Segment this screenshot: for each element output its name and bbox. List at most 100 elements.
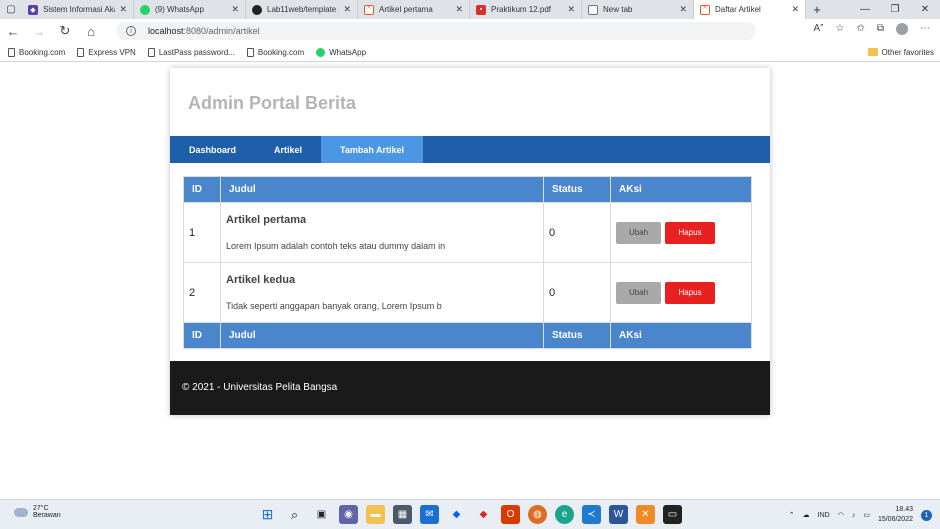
start-icon[interactable]: ⊞ xyxy=(258,505,277,524)
footer-copyright: © 2021 - Universitas Pelita Bangsa xyxy=(182,382,338,393)
close-tab-icon[interactable]: ✕ xyxy=(343,4,351,15)
taskbar-apps: ⊞ ⌕ ▣ ◉ ▬ ▦ ✉ ◆ ◆ O ◍ e ≺ W ✕ ▭ xyxy=(258,505,682,524)
bookmark-label: Express VPN xyxy=(88,47,136,57)
vscode-icon[interactable]: ≺ xyxy=(582,505,601,524)
browser-toolbar-icons: A” ☆ ✩ ⧉ ⋯ xyxy=(814,23,930,35)
delete-button[interactable]: Hapus xyxy=(665,281,715,304)
notification-badge[interactable]: 1 xyxy=(921,509,932,521)
other-favorites[interactable]: Other favorites xyxy=(867,48,934,57)
article-table: ID Judul Status AKsi 1 Artikel pertama L… xyxy=(183,176,752,349)
restore-icon[interactable]: ❐ xyxy=(880,4,910,15)
delete-button[interactable]: Hapus xyxy=(665,221,715,244)
search-icon[interactable]: ⌕ xyxy=(285,505,304,524)
terminal-icon[interactable]: ▭ xyxy=(663,505,682,524)
nav-tambah-artikel[interactable]: Tambah Artikel xyxy=(321,136,424,163)
task-view-icon[interactable]: ▣ xyxy=(312,505,331,524)
tab-1[interactable]: (9) WhatsApp ✕ xyxy=(134,0,246,19)
window-controls: — ❐ ✕ xyxy=(850,4,940,15)
office-icon[interactable]: O xyxy=(501,505,520,524)
weather-widget[interactable]: 27°C Berawan xyxy=(14,505,61,519)
footer-status: Status xyxy=(543,322,611,349)
tab-0[interactable]: ◆ Sistem Informasi Akad ✕ xyxy=(22,0,134,19)
edit-button[interactable]: Ubah xyxy=(616,281,661,304)
wifi-icon[interactable]: ◠ xyxy=(838,511,844,519)
header-aksi: AKsi xyxy=(610,176,752,203)
document-icon xyxy=(8,47,15,57)
close-tab-icon[interactable]: ✕ xyxy=(567,4,575,15)
url-host: localhost xyxy=(148,26,184,36)
close-tab-icon[interactable]: ✕ xyxy=(455,4,463,15)
tab-title: Lab11web/template a xyxy=(267,5,340,14)
minimize-icon[interactable]: — xyxy=(850,4,880,15)
close-tab-icon[interactable]: ✕ xyxy=(791,4,799,15)
site-title: Admin Portal Berita xyxy=(188,93,357,113)
url-field[interactable]: i localhost:8080/admin/artikel xyxy=(116,22,756,40)
tab-title: Sistem Informasi Akad xyxy=(43,5,116,14)
cell-id: 1 xyxy=(183,202,221,263)
bookmark-item[interactable]: Express VPN xyxy=(77,47,136,57)
dropbox-icon[interactable]: ◆ xyxy=(447,505,466,524)
window-menu-icon[interactable]: ▢ xyxy=(0,0,22,19)
close-tab-icon[interactable]: ✕ xyxy=(119,4,127,15)
language-indicator[interactable]: IND xyxy=(818,512,830,519)
edge-icon[interactable]: e xyxy=(555,505,574,524)
home-icon[interactable]: ⌂ xyxy=(78,24,104,39)
back-icon[interactable]: ← xyxy=(0,24,26,39)
tab-2[interactable]: Lab11web/template a ✕ xyxy=(246,0,358,19)
more-menu-icon[interactable]: ⋯ xyxy=(920,23,930,35)
cell-aksi: Ubah Hapus xyxy=(610,262,752,323)
file-explorer-icon[interactable]: ▬ xyxy=(366,505,385,524)
favorites-icon[interactable]: ✩ xyxy=(856,23,864,35)
close-tab-icon[interactable]: ✕ xyxy=(231,4,239,15)
tab-title: New tab xyxy=(603,5,633,14)
xampp-icon[interactable]: ✕ xyxy=(636,505,655,524)
chrome-icon[interactable]: ◍ xyxy=(528,505,547,524)
bookmark-item[interactable]: Booking.com xyxy=(246,47,304,57)
tab-title: Daftar Artikel xyxy=(715,5,761,14)
tab-6-active[interactable]: ^ Daftar Artikel ✕ xyxy=(694,0,806,19)
close-tab-icon[interactable]: ✕ xyxy=(679,4,687,15)
chevron-up-icon[interactable]: ⌃ xyxy=(789,511,795,519)
app-diamond-icon[interactable]: ◆ xyxy=(474,505,493,524)
read-aloud-icon[interactable]: A” xyxy=(814,23,824,35)
tab-3[interactable]: ^ Artikel pertama ✕ xyxy=(358,0,470,19)
pdf-favicon-icon: ▪ xyxy=(476,4,486,15)
page-viewport: Admin Portal Berita Dashboard Artikel Ta… xyxy=(0,62,940,499)
teams-chat-icon[interactable]: ◉ xyxy=(339,505,358,524)
site-info-icon[interactable]: i xyxy=(126,26,136,36)
tab-4[interactable]: ▪ Praktikum 12.pdf ✕ xyxy=(470,0,582,19)
cloud-icon xyxy=(14,507,28,517)
url-path: :8080/admin/artikel xyxy=(183,26,260,36)
footer-aksi: AKsi xyxy=(610,322,752,349)
new-tab-button[interactable]: + xyxy=(806,2,828,17)
battery-icon[interactable]: ▭ xyxy=(863,511,870,519)
weather-condition: Berawan xyxy=(33,512,61,519)
cell-judul: Artikel pertama Lorem Ipsum adalah conto… xyxy=(220,202,544,263)
bookmark-label: Booking.com xyxy=(19,47,66,57)
forward-icon[interactable]: → xyxy=(26,24,52,39)
calculator-icon[interactable]: ▦ xyxy=(393,505,412,524)
collections-icon[interactable]: ⧉ xyxy=(877,23,884,35)
mail-icon[interactable]: ✉ xyxy=(420,505,439,524)
table-row: 1 Artikel pertama Lorem Ipsum adalah con… xyxy=(183,202,752,263)
nav-artikel[interactable]: Artikel xyxy=(255,136,321,163)
word-icon[interactable]: W xyxy=(609,505,628,524)
bookmark-item[interactable]: Booking.com xyxy=(8,47,66,57)
page-favicon-icon: ^ xyxy=(364,4,374,15)
onedrive-cloud-icon[interactable]: ☁ xyxy=(803,511,810,519)
bookmark-item[interactable]: WhatsApp xyxy=(316,47,366,57)
cell-id: 2 xyxy=(183,262,221,323)
clock[interactable]: 18.43 15/06/2022 xyxy=(878,505,913,525)
github-favicon-icon xyxy=(252,4,262,15)
profile-avatar[interactable] xyxy=(896,23,908,35)
favorite-star-icon[interactable]: ☆ xyxy=(836,23,845,35)
volume-icon[interactable]: ♪ xyxy=(852,512,856,519)
edit-button[interactable]: Ubah xyxy=(616,221,661,244)
admin-container: Admin Portal Berita Dashboard Artikel Ta… xyxy=(170,68,770,415)
clock-time: 18.43 xyxy=(895,506,913,513)
tab-5[interactable]: New tab ✕ xyxy=(582,0,694,19)
close-window-icon[interactable]: ✕ xyxy=(910,4,940,15)
nav-dashboard[interactable]: Dashboard xyxy=(170,136,255,163)
reload-icon[interactable]: ↻ xyxy=(52,23,78,39)
bookmark-item[interactable]: LastPass password... xyxy=(147,47,235,57)
